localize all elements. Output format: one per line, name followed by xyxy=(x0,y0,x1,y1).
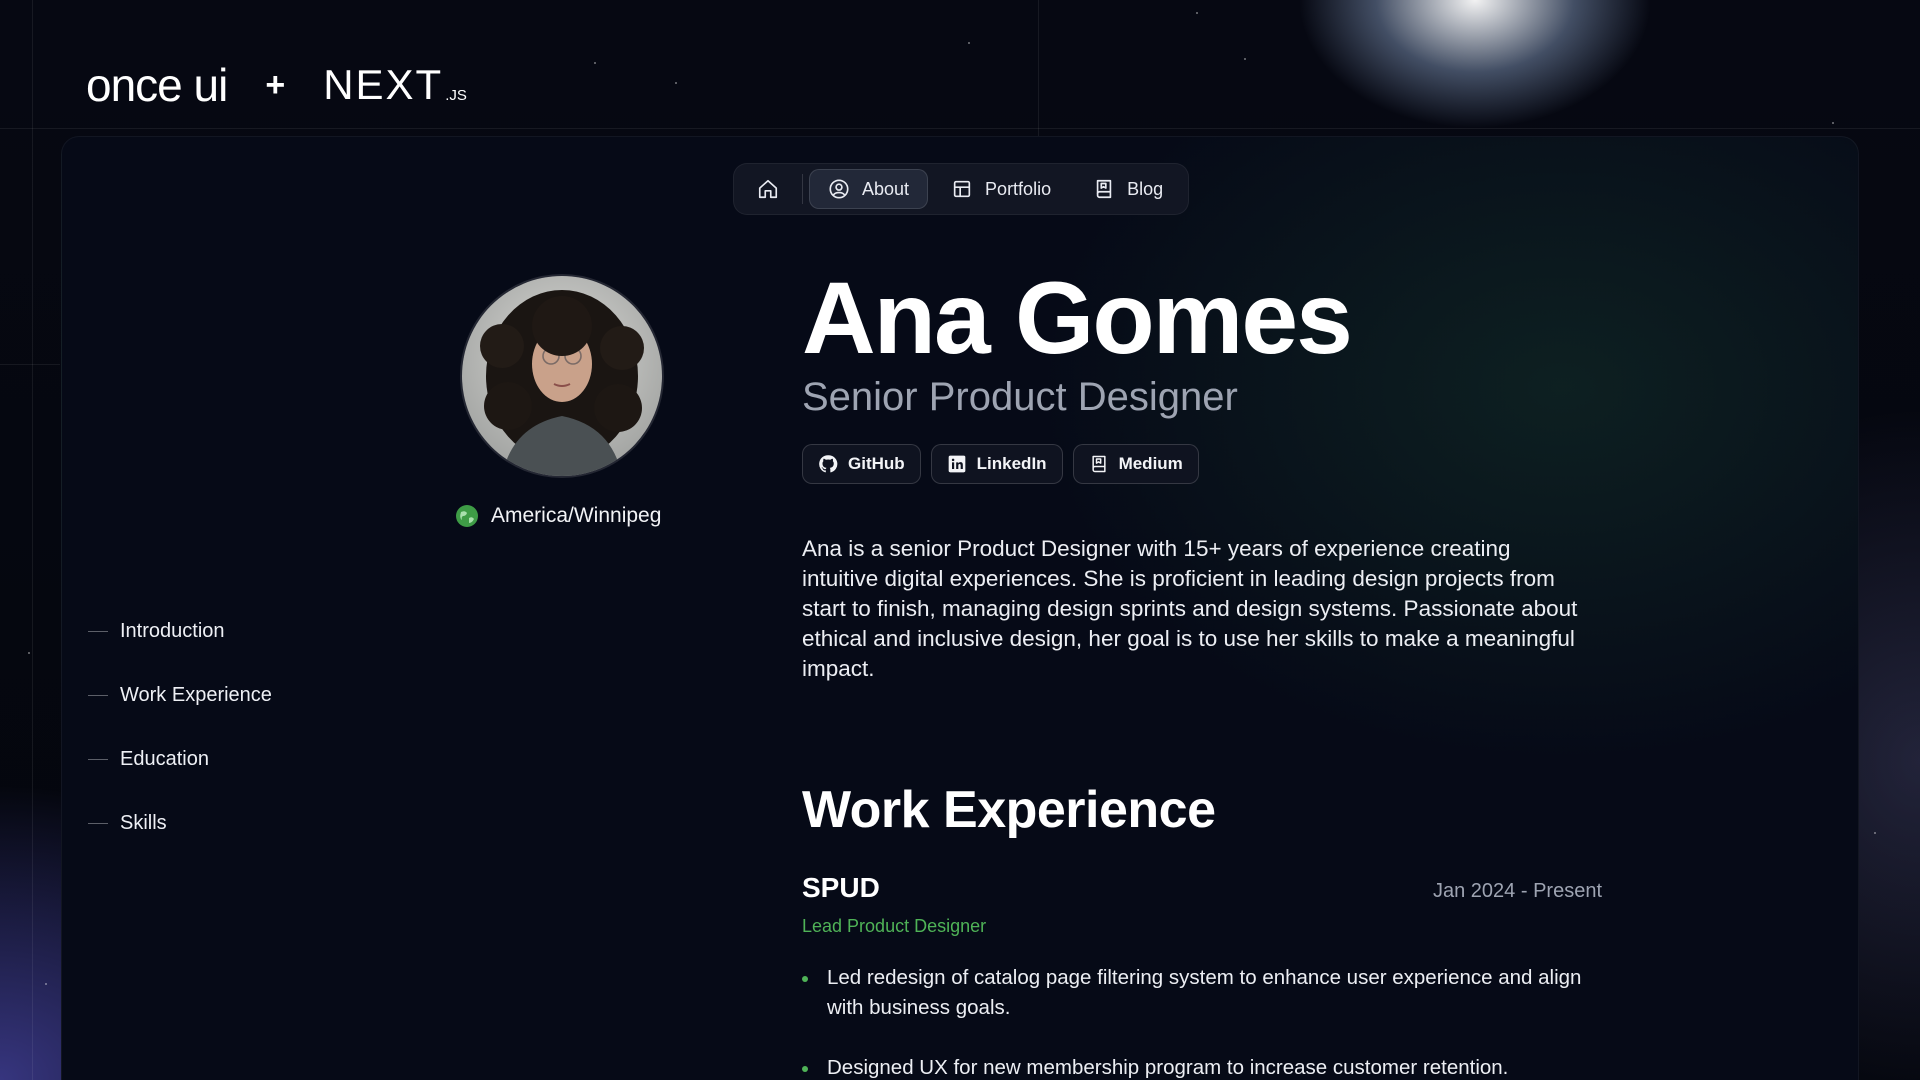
toc-label: Education xyxy=(120,747,209,770)
profile-name: Ana Gomes xyxy=(802,261,1353,375)
github-button[interactable]: GitHub xyxy=(802,444,921,484)
github-icon xyxy=(819,455,838,473)
nav-portfolio-button[interactable]: Portfolio xyxy=(932,169,1070,209)
book-icon xyxy=(1096,179,1112,199)
list-item: Designed UX for new membership program t… xyxy=(802,1053,1607,1080)
job-achievements: Led redesign of catalog page filtering s… xyxy=(802,963,1602,1080)
home-icon xyxy=(758,179,778,199)
star xyxy=(968,42,970,44)
nav-about-label: About xyxy=(862,178,910,199)
job-company: SPUD xyxy=(802,872,880,903)
nav-about-button[interactable]: About xyxy=(809,169,929,209)
toc-label: Work Experience xyxy=(120,683,272,706)
toc-label: Skills xyxy=(120,811,167,834)
toc-skills[interactable]: Skills xyxy=(88,791,272,855)
linkedin-button[interactable]: LinkedIn xyxy=(930,444,1063,484)
star xyxy=(675,82,677,84)
work-experience-heading: Work Experience xyxy=(802,781,1216,839)
job-dates: Jan 2024 - Present xyxy=(1433,880,1602,902)
toc-dash xyxy=(88,694,108,696)
page: once ui + NEXT .JS About Portfolio Blog … xyxy=(0,0,1920,1080)
location: America/Winnipeg xyxy=(455,504,661,528)
introduction-text: Ana is a senior Product Designer with 15… xyxy=(802,536,1578,681)
profile-role: Senior Product Designer xyxy=(802,375,1238,419)
star xyxy=(594,62,596,64)
nav-blog-button[interactable]: Blog xyxy=(1074,169,1182,209)
nav-home-button[interactable] xyxy=(740,169,796,209)
medium-icon xyxy=(1091,455,1106,473)
job-header: SPUD Jan 2024 - Present xyxy=(802,872,1602,904)
github-label: GitHub xyxy=(848,454,905,473)
toc-introduction[interactable]: Introduction xyxy=(88,599,272,663)
list-item: Led redesign of catalog page filtering s… xyxy=(802,963,1607,1023)
star xyxy=(1196,12,1198,14)
plus-sign: + xyxy=(265,65,286,104)
avatar xyxy=(460,274,664,478)
linkedin-label: LinkedIn xyxy=(976,454,1047,473)
medium-label: Medium xyxy=(1118,454,1183,473)
social-links: GitHub LinkedIn Medium xyxy=(802,444,1602,484)
grid-line xyxy=(1038,0,1039,136)
toc-label: Introduction xyxy=(120,619,225,642)
medium-button[interactable]: Medium xyxy=(1072,444,1199,484)
main-panel: About Portfolio Blog America/Winnipeg In… xyxy=(61,136,1859,1080)
grid-line xyxy=(0,364,60,365)
grid-line xyxy=(32,0,33,1080)
grid-icon xyxy=(953,180,971,198)
star xyxy=(1244,58,1246,60)
linkedin-icon xyxy=(948,455,965,473)
brand-logos: once ui + NEXT .JS xyxy=(86,58,467,112)
nextjs-logo: NEXT .JS xyxy=(323,61,467,109)
globe-icon xyxy=(456,505,478,527)
star xyxy=(28,652,30,654)
avatar-photo xyxy=(462,276,662,476)
star xyxy=(1832,122,1834,124)
section-nav: Introduction Work Experience Education S… xyxy=(88,599,272,855)
person-icon xyxy=(829,179,849,199)
nav-blog-label: Blog xyxy=(1127,178,1164,199)
toc-work-experience[interactable]: Work Experience xyxy=(88,663,272,727)
grid-line xyxy=(0,128,1920,129)
star xyxy=(1874,832,1876,834)
location-text: America/Winnipeg xyxy=(491,504,662,527)
toc-dash xyxy=(88,630,108,632)
nav-divider xyxy=(802,174,803,204)
nav-portfolio-label: Portfolio xyxy=(985,178,1052,199)
nextjs-logo-text: NEXT xyxy=(323,61,444,108)
nextjs-logo-suffix: .JS xyxy=(445,87,467,104)
star xyxy=(45,983,47,985)
toc-dash xyxy=(88,822,108,824)
main-content: Ana Gomes Senior Product Designer GitHub… xyxy=(802,267,1602,1080)
toc-education[interactable]: Education xyxy=(88,727,272,791)
job-role: Lead Product Designer xyxy=(802,916,987,936)
toc-dash xyxy=(88,758,108,760)
top-nav: About Portfolio Blog xyxy=(733,163,1190,215)
once-ui-logo: once ui xyxy=(86,59,228,111)
